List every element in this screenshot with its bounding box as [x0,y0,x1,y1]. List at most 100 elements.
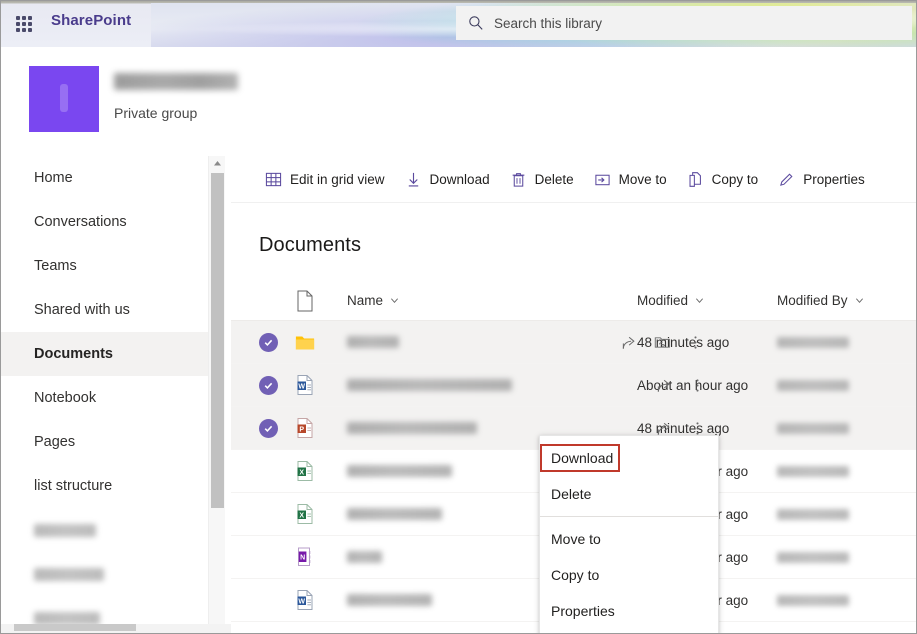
checkmark-icon[interactable] [259,333,278,352]
file-name-redacted [347,594,432,606]
svg-text:W: W [298,598,305,605]
svg-text:X: X [299,512,304,519]
scroll-up-arrow-icon[interactable] [212,158,223,169]
sidebar-item-label: Teams [34,258,77,274]
sidebar-item-label: Pages [34,434,75,450]
trash-icon [510,171,527,188]
sidebar-item-list-structure[interactable]: list structure [1,464,219,508]
context-menu-divider [540,516,718,517]
page-title: Documents [259,234,361,257]
toolbar-move-to-button[interactable]: Move to [585,159,676,199]
sharepoint-brand-link[interactable]: SharePoint [51,12,131,29]
toolbar-button-label: Download [430,172,490,187]
redacted-label [34,524,96,537]
sidebar-scrollbar-thumb[interactable] [211,173,224,508]
modified-by-cell [777,380,907,391]
context-menu-item-label: Move to [551,531,601,547]
table-row[interactable]: WAbout an hour ago [231,364,917,407]
file-type-icon-cell: W [295,589,347,611]
search-input[interactable] [494,16,894,31]
left-navigation: Home Conversations Teams Shared with us Docu… [1,156,219,628]
toolbar-button-label: Move to [619,172,667,187]
sidebar-hscrollbar-track[interactable] [1,624,231,633]
toolbar-delete-button[interactable]: Delete [501,159,583,199]
row-select-checkbox[interactable] [259,376,295,395]
sidebar-item-notebook[interactable]: Notebook [1,376,219,420]
sidebar-item-label: Conversations [34,214,127,230]
modified-by-redacted [777,509,849,520]
context-menu-item-move-to[interactable]: Move to [540,521,718,557]
context-menu-item-label: Copy to [551,567,599,583]
share-icon[interactable] [621,334,638,351]
modified-by-redacted [777,423,849,434]
share-icon[interactable] [656,377,673,394]
row-select-checkbox[interactable] [259,333,295,352]
column-header-modified-by[interactable]: Modified By [777,293,907,308]
search-box[interactable] [456,6,912,40]
site-title-redacted [114,73,238,90]
sidebar-item-redacted[interactable] [1,508,219,552]
context-menu-item-properties[interactable]: Properties [540,593,718,629]
file-type-icon-cell: X [295,503,347,525]
table-row[interactable]: 48 minutes ago [231,321,917,364]
document-icon [295,290,315,312]
modified-by-cell [777,337,907,348]
modified-by-redacted [777,380,849,391]
toolbar-edit-in-grid-view-button[interactable]: Edit in grid view [256,159,394,199]
sidebar-item-redacted[interactable] [1,552,219,596]
sidebar-item-shared-with-us[interactable]: Shared with us [1,288,219,332]
toolbar-download-button[interactable]: Download [396,159,499,199]
grid-icon [265,171,282,188]
svg-text:X: X [299,469,304,476]
file-type-column-header[interactable] [295,290,347,312]
svg-text:W: W [298,383,305,390]
row-actions [656,364,706,407]
modified-by-cell [777,509,907,520]
redacted-label [34,568,104,581]
file-name-cell[interactable] [347,379,637,391]
sidebar-item-home[interactable]: Home [1,156,219,200]
file-type-icon-cell: X [295,460,347,482]
file-name-cell[interactable] [347,336,637,348]
column-header-modified[interactable]: Modified [637,293,777,308]
column-header-name[interactable]: Name [347,293,637,308]
sidebar-item-pages[interactable]: Pages [1,420,219,464]
toolbar-button-label: Delete [535,172,574,187]
toolbar-copy-to-button[interactable]: Copy to [678,159,768,199]
app-launcher-icon[interactable] [13,13,35,35]
chevron-down-icon [390,296,399,305]
checkmark-icon[interactable] [259,376,278,395]
context-menu-item-label: Download [551,450,613,466]
folder-icon [295,331,315,353]
checkmark-icon[interactable] [259,419,278,438]
ellipsis-icon[interactable] [689,377,706,394]
sidebar-item-label: Documents [34,346,113,362]
row-select-checkbox[interactable] [259,419,295,438]
context-menu-item-delete[interactable]: Delete [540,476,718,512]
context-menu-item-download[interactable]: Download [540,440,718,476]
pencil-icon [778,171,795,188]
file-name-redacted [347,508,442,520]
sharepoint-window: SharePoint Private group Home Conversatio… [0,0,917,634]
sidebar-item-conversations[interactable]: Conversations [1,200,219,244]
ellipsis-icon[interactable] [687,334,704,351]
sidebar-scrollbar[interactable] [208,156,225,628]
toolbar-button-label: Edit in grid view [290,172,385,187]
file-name-cell[interactable] [347,422,637,434]
context-menu-item-label: Delete [551,486,591,502]
context-menu-item-copy-to[interactable]: Copy to [540,557,718,593]
file-name-redacted [347,422,477,434]
site-logo [29,66,99,132]
site-header: Private group [1,47,917,156]
copy-link-icon[interactable] [654,334,671,351]
powerpoint-file-icon: P [295,417,315,439]
suite-header: SharePoint [1,1,917,47]
sidebar-item-teams[interactable]: Teams [1,244,219,288]
toolbar-properties-button[interactable]: Properties [769,159,874,199]
svg-text:N: N [300,554,305,561]
sidebar-hscrollbar-thumb[interactable] [14,624,136,631]
sidebar-item-documents[interactable]: Documents [1,332,219,376]
excel-file-icon: X [295,503,315,525]
toolbar-button-label: Copy to [712,172,759,187]
column-header-modified-label: Modified [637,293,688,308]
